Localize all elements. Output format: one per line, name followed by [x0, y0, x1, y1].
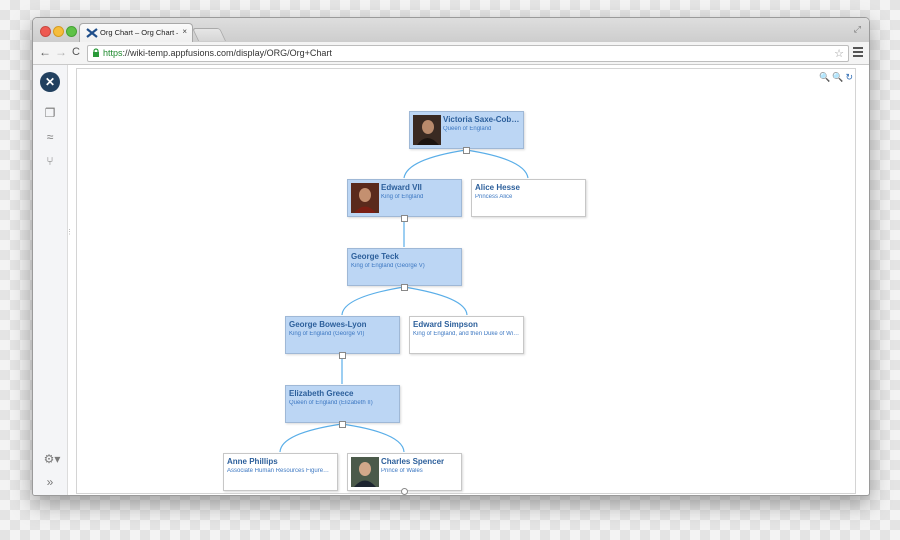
node-title: King of England (George VI): [289, 331, 365, 337]
browser-toolbar: ← → C https://wiki-temp.appfusions.com/d…: [33, 42, 869, 65]
node-name: Edward VII: [381, 183, 422, 192]
collapse-toggle[interactable]: [463, 147, 470, 154]
confluence-sidebar: ✕ ❐ ≈ ⑂ ⚙▾ »: [33, 65, 68, 495]
pages-icon[interactable]: ❐: [43, 106, 57, 120]
node-name: Elizabeth Greece: [289, 389, 354, 398]
url-scheme: https: [103, 48, 123, 58]
node-name: Charles Spencer: [381, 457, 445, 466]
collapse-toggle[interactable]: [339, 421, 346, 428]
zoom-window-button[interactable]: [66, 26, 77, 37]
org-node-charles-spencer[interactable]: Charles Spencer Prince of Wales: [347, 453, 462, 491]
tab-strip: Org Chart – Org Chart – C × ⤢: [33, 18, 869, 43]
node-title: King of England: [381, 194, 424, 200]
forward-button[interactable]: →: [55, 45, 67, 59]
tab-title: Org Chart – Org Chart – C: [100, 28, 178, 37]
portrait-charles-photo: [351, 457, 379, 487]
sidebar-resize-grip[interactable]: ⋮: [66, 228, 73, 236]
new-tab-button[interactable]: [191, 28, 227, 41]
url-text: https://wiki-temp.appfusions.com/display…: [103, 48, 332, 58]
org-node-anne-phillips[interactable]: Anne Phillips Associate Human Resources …: [223, 453, 338, 491]
address-bar[interactable]: https://wiki-temp.appfusions.com/display…: [87, 45, 849, 62]
org-node-elizabeth-greece[interactable]: Elizabeth Greece Queen of England (Eliza…: [285, 385, 400, 423]
node-title: King of England, and then Duke of Wi…: [413, 331, 520, 337]
org-chart-canvas: 🔍 🔍 ↻ Victoria Saxe-Cob… Queen of Englan…: [76, 68, 856, 495]
node-name: Alice Hesse: [475, 183, 520, 192]
expand-toggle[interactable]: [401, 488, 408, 495]
url-path: ://wiki-temp.appfusions.com/display/ORG/…: [122, 48, 332, 58]
tab-close-icon[interactable]: ×: [182, 27, 187, 36]
appfusions-favicon-icon: [86, 28, 98, 38]
reload-button[interactable]: C: [72, 46, 80, 58]
back-button[interactable]: ←: [39, 45, 51, 59]
lock-icon: [93, 48, 99, 57]
connector-victoria-edward: [403, 149, 467, 179]
node-name: George Teck: [351, 252, 399, 261]
org-node-edward-simpson[interactable]: Edward Simpson King of England, and then…: [409, 316, 524, 354]
node-title: Princess Alice: [475, 194, 513, 200]
portrait-victoria-photo: [413, 115, 441, 145]
connector-elizabeth-charles: [341, 423, 405, 453]
collapse-toggle[interactable]: [401, 215, 408, 222]
org-node-victoria[interactable]: Victoria Saxe-Cob… Queen of England: [409, 111, 524, 149]
org-node-alice-hesse[interactable]: Alice Hesse Princess Alice: [471, 179, 586, 217]
page-tree-icon[interactable]: ⑂: [43, 154, 57, 168]
collapse-toggle[interactable]: [339, 352, 346, 359]
node-name: Victoria Saxe-Cob…: [443, 115, 520, 124]
connector-teck-bowes-lyon: [341, 286, 405, 316]
bookmark-star-icon[interactable]: ☆: [834, 47, 844, 60]
node-name: George Bowes-Lyon: [289, 320, 367, 329]
connector-victoria-alice: [465, 149, 529, 179]
minimize-window-button[interactable]: [53, 26, 64, 37]
org-node-george-teck[interactable]: George Teck King of England (George V): [347, 248, 462, 286]
settings-gear-icon[interactable]: ⚙▾: [41, 452, 63, 466]
connector-teck-simpson: [403, 286, 468, 316]
space-logo-icon[interactable]: ✕: [40, 72, 60, 92]
org-node-george-bowes-lyon[interactable]: George Bowes-Lyon King of England (Georg…: [285, 316, 400, 354]
fullscreen-icon[interactable]: ⤢: [854, 24, 861, 35]
expand-sidebar-icon[interactable]: »: [43, 475, 57, 489]
menu-icon[interactable]: [853, 47, 863, 59]
node-title: Queen of England (Elizabeth II): [289, 400, 373, 406]
node-title: Prince of Wales: [381, 468, 423, 474]
collapse-toggle[interactable]: [401, 284, 408, 291]
node-name: Edward Simpson: [413, 320, 478, 329]
node-name: Anne Phillips: [227, 457, 278, 466]
connector-elizabeth-anne: [279, 423, 343, 453]
close-window-button[interactable]: [40, 26, 51, 37]
org-node-edward-vii[interactable]: Edward VII King of England: [347, 179, 462, 217]
tab-org-chart[interactable]: Org Chart – Org Chart – C ×: [79, 23, 193, 43]
rss-feed-icon[interactable]: ≈: [43, 130, 57, 144]
node-title: Associate Human Resources Figure…: [227, 468, 330, 474]
node-title: King of England (George V): [351, 263, 425, 269]
portrait-edward-photo: [351, 183, 379, 213]
node-title: Queen of England: [443, 126, 492, 132]
browser-window: Org Chart – Org Chart – C × ⤢ ← → C http…: [32, 17, 870, 496]
